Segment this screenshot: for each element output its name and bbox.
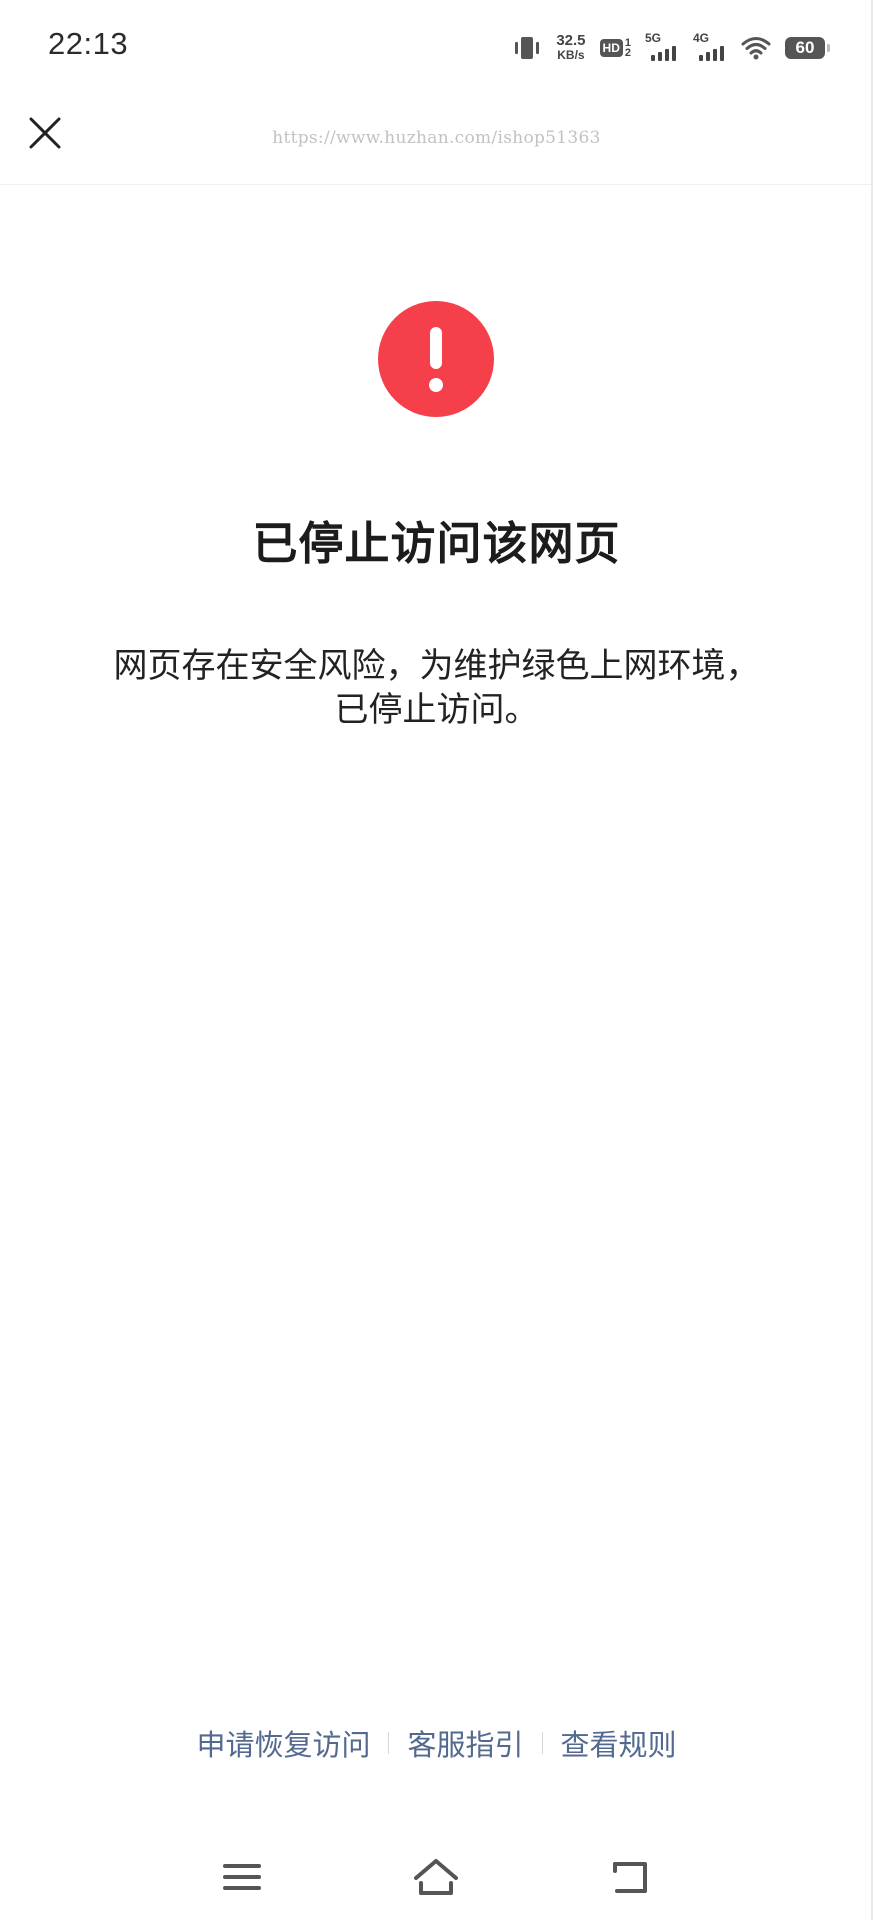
divider [388,1732,390,1754]
hd-icon: HD 1 2 [599,38,631,59]
vibrate-icon [515,37,540,59]
system-nav-bar [0,1836,873,1920]
net-speed-value: 32.5 [556,32,586,49]
net-speed: 32.5 KB/s [556,32,586,62]
hd-sub: 1 2 [624,38,631,59]
hd-sub-bottom: 2 [624,47,631,59]
back-icon [613,1862,647,1893]
back-button[interactable] [606,1854,654,1900]
signal-5g-icon: 5G [645,31,679,63]
home-icon [414,1859,458,1895]
customer-service-guide-link[interactable]: 客服指引 [407,1722,523,1764]
exclamation-icon [378,301,494,417]
status-bar: 22:13 32.5 KB/s HD 1 2 5G 4G 60 [0,0,873,92]
signal-4g-icon: 4G [693,31,727,63]
home-button[interactable] [412,1854,460,1900]
menu-button[interactable] [218,1854,266,1900]
signal-5g-label: 5G [645,31,662,45]
status-time: 22:13 [48,26,129,61]
footer-links: 申请恢复访问 客服指引 查看规则 [0,1722,873,1764]
net-speed-unit: KB/s [557,48,585,62]
hd-label: HD [599,39,623,57]
nav-bar: https://www.huzhan.com/ishop51363 [0,92,873,185]
menu-icon [223,1864,261,1890]
apply-restore-access-link[interactable]: 申请恢复访问 [196,1722,370,1764]
description-line-1: 网页存在安全风险，为维护绿色上网环境， [113,646,760,686]
view-rules-link[interactable]: 查看规则 [561,1722,677,1764]
url-watermark: https://www.huzhan.com/ishop51363 [272,128,601,148]
divider [541,1732,543,1754]
status-icons: 32.5 KB/s HD 1 2 5G 4G 60 [512,28,830,68]
battery-level: 60 [795,38,815,57]
signal-4g-label: 4G [693,31,710,45]
wifi-icon [741,37,771,60]
browser-screen: 22:13 32.5 KB/s HD 1 2 5G 4G 60 https://… [0,0,873,1920]
battery-icon: 60 [785,37,830,59]
page-description: 网页存在安全风险，为维护绿色上网环境， 已停止访问。 [60,644,813,732]
description-line-2: 已停止访问。 [334,690,539,730]
page-title: 已停止访问该网页 [252,517,621,570]
